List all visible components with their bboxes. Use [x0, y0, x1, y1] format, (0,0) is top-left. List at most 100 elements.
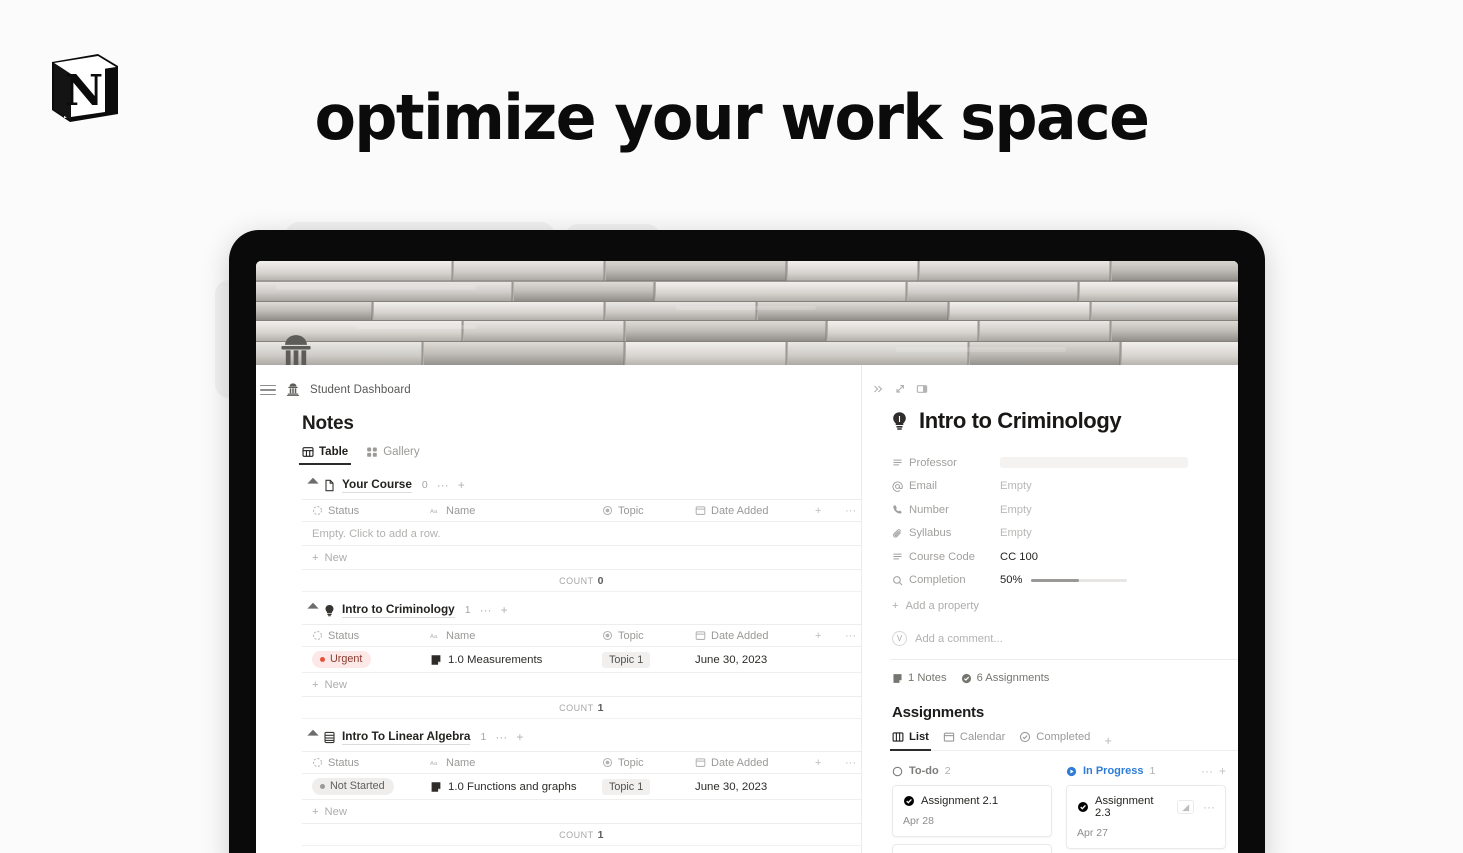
group-name[interactable]: Intro to Criminology: [342, 602, 455, 618]
column-header-status[interactable]: Status: [302, 505, 420, 517]
cell-date-added[interactable]: June 30, 2023: [685, 654, 805, 666]
property-row-email: Email Empty: [892, 475, 1238, 499]
column-header-date-added[interactable]: Date Added: [685, 505, 805, 517]
property-label[interactable]: Email: [892, 480, 1000, 492]
column-header-date-added[interactable]: Date Added: [685, 630, 805, 642]
group-add-icon[interactable]: +: [516, 731, 523, 743]
assignment-card-header: Assignment 2.3 ◢ ···: [1077, 795, 1215, 819]
add-column-button[interactable]: +: [805, 505, 835, 517]
column-options-icon[interactable]: ···: [835, 630, 863, 642]
property-label[interactable]: Course Code: [892, 551, 1000, 563]
cell-topic[interactable]: Topic 1: [592, 778, 685, 795]
add-column-button[interactable]: +: [805, 630, 835, 642]
property-value[interactable]: 50%: [1000, 574, 1022, 586]
tab-list[interactable]: List: [890, 731, 931, 751]
board-column-add-icon[interactable]: +: [1219, 765, 1226, 777]
group-header[interactable]: Intro to Programming6···+: [302, 848, 861, 853]
expand-icon[interactable]: [894, 383, 906, 395]
column-header-name[interactable]: Aa Name: [420, 630, 592, 642]
property-value[interactable]: Empty: [1000, 480, 1032, 492]
tab-calendar[interactable]: Calendar: [943, 731, 1005, 750]
status-badge: Urgent: [312, 650, 372, 669]
panel-header-icons: [862, 365, 1238, 395]
property-label[interactable]: Completion: [892, 574, 1000, 586]
group-more-icon[interactable]: ···: [495, 731, 507, 743]
tab-gallery[interactable]: Gallery: [366, 446, 420, 465]
bulb-icon: [890, 411, 909, 431]
cell-date-added[interactable]: June 30, 2023: [685, 781, 805, 793]
property-row-number: Number Empty: [892, 498, 1238, 522]
cell-status[interactable]: Urgent: [302, 650, 420, 669]
group-more-icon[interactable]: ···: [480, 604, 492, 616]
cell-status[interactable]: Not Started: [302, 777, 420, 796]
group-name[interactable]: Intro To Linear Algebra: [342, 729, 471, 745]
tab-completed[interactable]: Completed: [1019, 731, 1090, 750]
assignments-view-tabs: List Calendar Completed +: [890, 731, 1238, 751]
card-more-icon[interactable]: ···: [1203, 801, 1215, 813]
column-header-status[interactable]: Status: [302, 630, 420, 642]
menu-icon[interactable]: [260, 384, 276, 396]
collapse-panel-icon[interactable]: [872, 383, 884, 395]
column-header-topic[interactable]: Topic: [592, 757, 685, 769]
page-icon-classical-building-icon[interactable]: [274, 334, 318, 365]
add-property-button[interactable]: + Add a property: [892, 594, 1238, 617]
group-header[interactable]: Your Course 0 ··· +: [302, 469, 861, 499]
property-value[interactable]: Empty: [1000, 504, 1032, 516]
page-cover-image[interactable]: [256, 261, 1238, 365]
group-name[interactable]: Your Course: [342, 477, 412, 493]
subitem-link[interactable]: 1 Notes: [892, 672, 947, 684]
group-add-icon[interactable]: +: [501, 604, 508, 616]
comment-input-row[interactable]: V Add a comment...: [892, 631, 1238, 659]
tab-table[interactable]: Table: [298, 446, 352, 465]
chevron-down-icon[interactable]: [307, 729, 319, 742]
property-label[interactable]: Professor: [892, 457, 1000, 469]
cell-topic[interactable]: Topic 1: [592, 651, 685, 668]
property-value-placeholder[interactable]: [1000, 457, 1188, 469]
edit-icon[interactable]: ◢: [1177, 800, 1194, 814]
board-column-header[interactable]: In Progress 1 ··· +: [1066, 765, 1226, 777]
group-header[interactable]: Intro to Criminology 1 ··· +: [302, 594, 861, 624]
new-row-button[interactable]: + New: [302, 800, 861, 824]
breadcrumb-label[interactable]: Student Dashboard: [310, 384, 411, 396]
new-row-button[interactable]: + New: [302, 546, 861, 570]
cell-name[interactable]: 1.0 Functions and graphs: [420, 781, 592, 793]
assignments-board: To-do 2 Assignment 2.1 Apr 28 Assignment 2.2…: [892, 765, 1238, 853]
property-label[interactable]: Number: [892, 504, 1000, 516]
completion-progress-bar[interactable]: [1031, 578, 1128, 582]
group-more-icon[interactable]: ···: [437, 479, 449, 491]
assignment-card[interactable]: Assignment 2.1 Apr 28: [892, 785, 1052, 837]
empty-row-hint[interactable]: Empty. Click to add a row.: [302, 522, 861, 546]
column-header-date-added[interactable]: Date Added: [685, 757, 805, 769]
group-header[interactable]: Intro To Linear Algebra 1 ··· +: [302, 721, 861, 751]
column-header-topic[interactable]: Topic: [592, 630, 685, 642]
cell-name[interactable]: 1.0 Measurements: [420, 654, 592, 666]
property-value[interactable]: Empty: [1000, 527, 1032, 539]
column-header-name[interactable]: Aa Name: [420, 505, 592, 517]
board-column-more-icon[interactable]: ···: [1201, 765, 1213, 777]
table-row[interactable]: Not Started 1.0 Functions and graphs Topic…: [302, 774, 861, 800]
new-row-button[interactable]: + New: [302, 673, 861, 697]
column-header-status[interactable]: Status: [302, 757, 420, 769]
calendar-icon: [695, 630, 706, 641]
column-options-icon[interactable]: ···: [835, 757, 863, 769]
column-header-topic[interactable]: Topic: [592, 505, 685, 517]
chevron-down-icon[interactable]: [307, 477, 319, 490]
assignment-card[interactable]: Assignment 2.3 ◢ ··· Apr 27: [1066, 785, 1226, 849]
board-column-header[interactable]: To-do 2: [892, 765, 1052, 777]
add-view-button[interactable]: +: [1104, 733, 1112, 748]
column-header-label: Date Added: [711, 504, 769, 517]
group-add-icon[interactable]: +: [458, 479, 465, 491]
side-peek-icon[interactable]: [916, 383, 928, 395]
plus-icon: +: [312, 678, 319, 691]
table-row[interactable]: Urgent 1.0 Measurements Topic 1 June 30, 20…: [302, 647, 861, 673]
subitem-link[interactable]: 6 Assignments: [961, 672, 1049, 684]
column-header-name[interactable]: Aa Name: [420, 757, 592, 769]
column-options-icon[interactable]: ···: [835, 505, 863, 517]
add-column-button[interactable]: +: [805, 757, 835, 769]
property-label[interactable]: Syllabus: [892, 527, 1000, 539]
chevron-down-icon[interactable]: [307, 602, 319, 615]
group-3: Intro to Programming6···+StatusAaNameTop…: [302, 848, 861, 853]
assignment-card[interactable]: Assignment 2.2Apr 28: [892, 844, 1052, 853]
property-value[interactable]: CC 100: [1000, 551, 1038, 563]
group-0: Your Course 0 ··· + Status Aa Name Topic Date Ad…: [302, 469, 861, 592]
